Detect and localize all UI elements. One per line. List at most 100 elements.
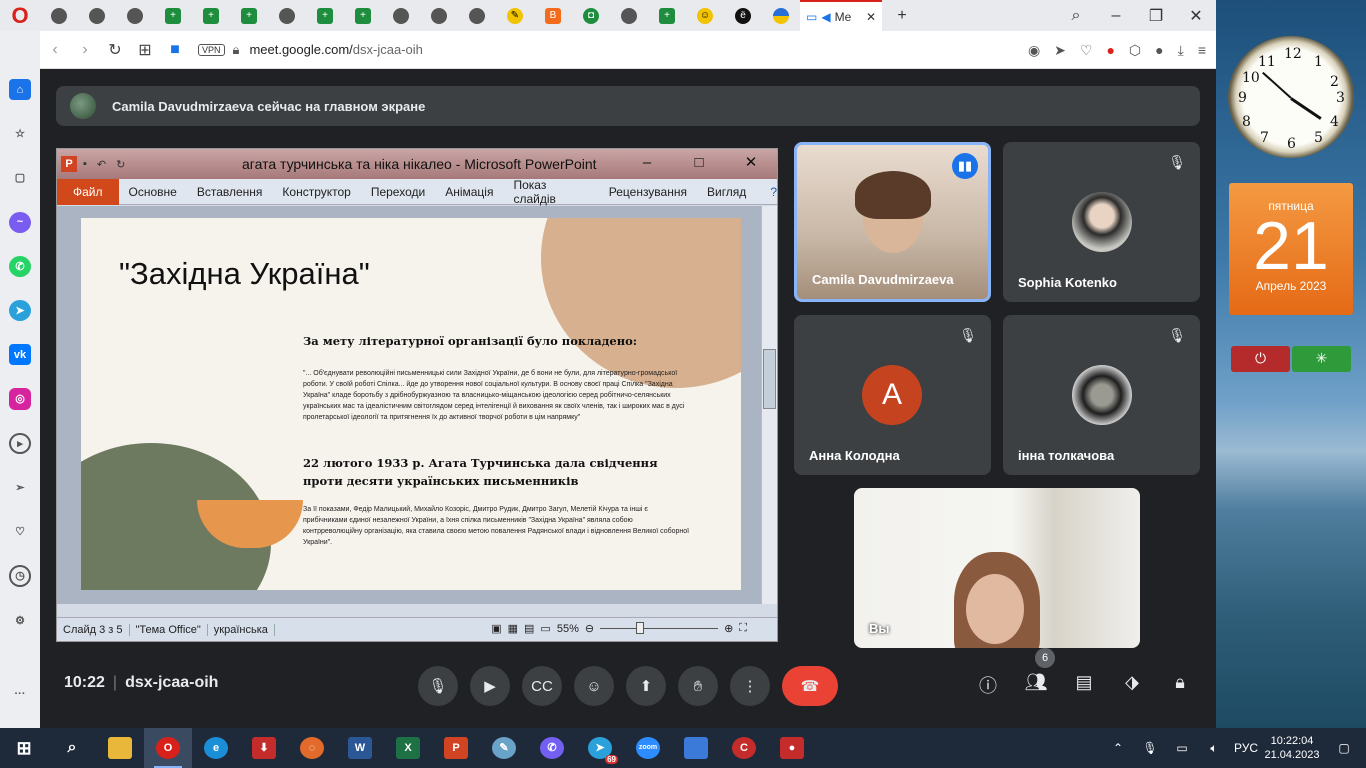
ribbon-tab[interactable]: Конструктор — [272, 185, 360, 199]
reading-view-icon[interactable]: ▤ — [524, 622, 534, 635]
ppt-close-button[interactable]: ✕ — [725, 149, 777, 179]
tab[interactable] — [268, 0, 306, 31]
forward-button[interactable]: › — [70, 41, 100, 59]
download-icon[interactable]: ⤓ — [1178, 42, 1184, 59]
emoji-button[interactable]: ☺ — [574, 666, 614, 706]
edge-icon[interactable]: e — [192, 728, 240, 768]
powerpoint-taskbar-icon[interactable]: P — [432, 728, 480, 768]
chevron-up-icon[interactable]: ⌃ — [1102, 741, 1134, 755]
ribbon-tab[interactable]: Переходи — [361, 185, 435, 199]
tab[interactable] — [40, 0, 78, 31]
instagram-icon[interactable]: ◎ — [9, 388, 31, 410]
people-icon[interactable]: 👥︎ — [1024, 672, 1048, 693]
profile-icon[interactable]: ● — [1155, 42, 1163, 58]
calendar-gadget[interactable]: пятница 21 Апрель 2023 — [1229, 183, 1353, 315]
opera-taskbar-icon[interactable]: O — [144, 728, 192, 768]
power-icon[interactable]: ⏻ — [1231, 346, 1290, 372]
opera-logo-icon[interactable]: O — [0, 0, 40, 31]
end-call-button[interactable]: ☎ — [782, 666, 838, 706]
home-icon[interactable]: ⌂ — [9, 79, 31, 101]
settings-icon[interactable]: ⚙ — [9, 610, 31, 631]
more-options-button[interactable]: ⋮ — [730, 666, 770, 706]
fit-icon[interactable]: ⛶ — [739, 622, 747, 635]
history-icon[interactable]: ◷ — [9, 565, 31, 587]
more-icon[interactable]: ··· — [9, 684, 31, 705]
tab[interactable]: ☺ — [686, 0, 724, 31]
tab[interactable]: + — [154, 0, 192, 31]
download-app-icon[interactable]: ⬇ — [240, 728, 288, 768]
reload-button[interactable]: ↻ — [100, 40, 130, 60]
vpn-badge[interactable]: VPN — [198, 43, 225, 56]
redo-icon[interactable]: ↻ — [116, 158, 125, 171]
ribbon-file-tab[interactable]: Файл — [57, 178, 119, 205]
tab[interactable] — [610, 0, 648, 31]
tab[interactable] — [382, 0, 420, 31]
language-indicator[interactable]: українська — [208, 623, 275, 636]
send-icon[interactable]: ➢ — [9, 477, 31, 498]
active-tab[interactable]: ▭ ◀ Me ✕ — [800, 0, 882, 31]
viber-icon[interactable]: ✆ — [528, 728, 576, 768]
tab[interactable]: + — [344, 0, 382, 31]
restore-button[interactable]: ❐ — [1136, 0, 1176, 31]
ribbon-tab[interactable]: Вигляд — [697, 185, 756, 199]
ribbon-tab[interactable]: Рецензування — [599, 185, 697, 199]
notifications-icon[interactable]: ▢ — [1322, 741, 1366, 755]
camera-button[interactable]: ▶ — [470, 666, 510, 706]
ppt-maximize-button[interactable]: □ — [673, 149, 725, 179]
star-icon[interactable]: ☆ — [9, 123, 31, 144]
ppt-scrollbar[interactable] — [761, 206, 777, 604]
tab[interactable] — [420, 0, 458, 31]
url-field[interactable]: meet.google.com/dsx-jcaa-oih — [249, 42, 422, 57]
tab[interactable]: + — [192, 0, 230, 31]
tab[interactable] — [116, 0, 154, 31]
ribbon-tab[interactable]: Анімація — [435, 185, 503, 199]
minimize-button[interactable]: – — [1096, 0, 1136, 31]
telegram-icon[interactable]: ➤ — [9, 299, 31, 322]
undo-icon[interactable]: ↶ — [97, 158, 106, 171]
ribbon-tab[interactable]: Вставлення — [187, 185, 273, 199]
menu-icon[interactable]: ≡ — [1198, 42, 1206, 58]
participant-tile[interactable]: 🎙︎ інна толкачова — [1003, 315, 1200, 475]
whatsapp-icon[interactable]: ✆ — [9, 255, 31, 277]
snapshot-icon[interactable]: ◉ — [1028, 42, 1040, 59]
tab[interactable]: ✎ — [496, 0, 534, 31]
ppt-minimize-button[interactable]: – — [621, 149, 673, 179]
close-tab-icon[interactable]: ✕ — [866, 10, 876, 24]
search-icon[interactable]: ⌕ — [1056, 0, 1096, 31]
document-icon[interactable] — [672, 728, 720, 768]
explorer-icon[interactable] — [96, 728, 144, 768]
word-icon[interactable]: W — [336, 728, 384, 768]
telegram-taskbar-icon[interactable]: ➤ 69 — [576, 728, 624, 768]
heart-icon[interactable]: ♡ — [9, 521, 31, 542]
zoom-slider[interactable] — [600, 622, 719, 634]
tab[interactable]: ◘ — [572, 0, 610, 31]
tab[interactable]: + — [230, 0, 268, 31]
chat-icon[interactable]: ▤ — [1072, 672, 1096, 693]
cube-icon[interactable]: ⬡ — [1129, 42, 1141, 59]
zoom-level[interactable]: 55% — [557, 623, 579, 635]
participant-tile[interactable]: 🎙︎ Sophia Kotenko — [1003, 142, 1200, 302]
tray-clock[interactable]: 10:22:04 21.04.2023 — [1262, 734, 1322, 762]
ribbon-tab[interactable]: Показ слайдів — [503, 178, 598, 206]
back-button[interactable]: ‹ — [40, 41, 70, 59]
excel-icon[interactable]: X — [384, 728, 432, 768]
captions-button[interactable]: CC — [522, 666, 562, 706]
opera-icon[interactable]: ● — [1106, 42, 1114, 58]
help-icon[interactable]: ? — [770, 185, 777, 199]
tab[interactable]: + — [648, 0, 686, 31]
tab[interactable]: ë — [724, 0, 762, 31]
battery-icon[interactable]: ▭ — [1166, 741, 1198, 755]
app-icon[interactable]: ◌ — [288, 728, 336, 768]
tab[interactable] — [762, 0, 800, 31]
host-controls-icon[interactable]: 🔒︎ — [1168, 672, 1192, 693]
normal-view-icon[interactable]: ▣ — [491, 622, 501, 635]
presentation-window[interactable]: P ▪ ↶ ↻ агата турчинська та ніка нікалео… — [56, 148, 778, 642]
ribbon-tab[interactable]: Основне — [119, 185, 187, 199]
self-view-tile[interactable]: Вы — [854, 488, 1140, 648]
mic-tray-icon[interactable]: 🎙︎ — [1134, 741, 1166, 755]
search-icon[interactable]: ⌕ — [48, 728, 96, 768]
zoom-out-icon[interactable]: ⊖ — [585, 622, 594, 635]
messenger-icon[interactable]: ~ — [9, 211, 31, 233]
present-button[interactable]: ⬆ — [626, 666, 666, 706]
zoom-icon[interactable]: zoom — [624, 728, 672, 768]
